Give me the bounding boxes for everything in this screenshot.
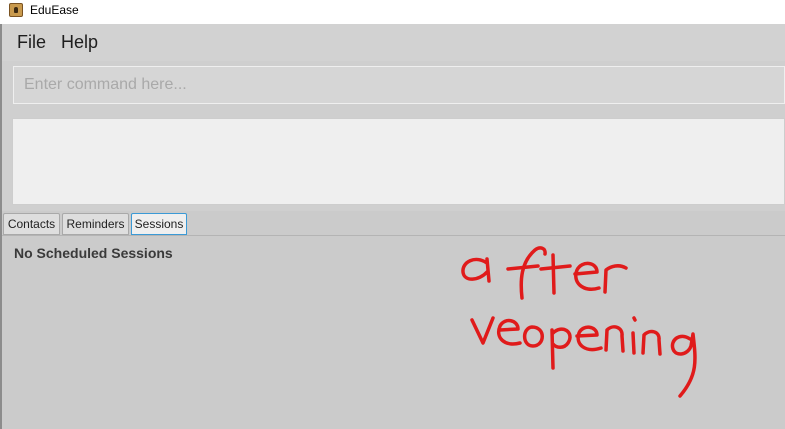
tab-bar: Contacts Reminders Sessions [2, 211, 785, 236]
tab-reminders-label: Reminders [66, 217, 125, 231]
sessions-panel: No Scheduled Sessions [2, 236, 785, 429]
tab-sessions-label: Sessions [134, 217, 184, 231]
command-input[interactable] [13, 66, 785, 104]
tab-contacts-label: Contacts [7, 217, 56, 231]
tab-sessions[interactable]: Sessions [131, 213, 187, 235]
title-bar: EduEase [0, 0, 785, 24]
menu-help[interactable]: Help [61, 32, 98, 53]
app-window: EduEase File Help Contacts Reminders Ses… [0, 0, 785, 429]
menu-bar: File Help [2, 24, 785, 61]
app-icon [9, 3, 23, 17]
empty-sessions-message: No Scheduled Sessions [14, 245, 173, 261]
menu-file[interactable]: File [17, 32, 46, 53]
tab-reminders[interactable]: Reminders [62, 213, 129, 235]
result-display-container [2, 111, 785, 211]
result-display [12, 118, 785, 205]
window-title: EduEase [30, 3, 79, 17]
tab-contacts[interactable]: Contacts [3, 213, 60, 235]
command-box-container [2, 61, 785, 111]
